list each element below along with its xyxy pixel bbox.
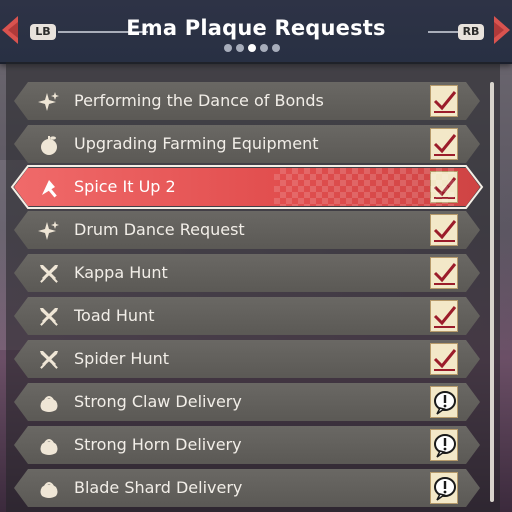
- cleaver-icon: [38, 177, 60, 199]
- page-dot: [272, 44, 280, 52]
- request-row[interactable]: Upgrading Farming Equipment: [14, 125, 480, 163]
- next-page-arrow-icon[interactable]: [492, 14, 512, 46]
- completed-checkmark-icon: [430, 171, 458, 203]
- crossed-swords-icon: [38, 306, 60, 328]
- sparkle-icon: [38, 91, 60, 113]
- crossed-swords-icon: [38, 349, 60, 371]
- completed-checkmark-icon: [430, 85, 458, 117]
- new-request-alert-icon: [430, 472, 458, 504]
- request-label: Toad Hunt: [74, 306, 155, 325]
- pouch-icon: [38, 435, 60, 457]
- request-row[interactable]: Blade Shard Delivery: [14, 469, 480, 507]
- request-row[interactable]: Toad Hunt: [14, 297, 480, 335]
- request-label: Upgrading Farming Equipment: [74, 134, 319, 153]
- request-row[interactable]: Performing the Dance of Bonds: [14, 82, 480, 120]
- request-label: Spice It Up 2: [74, 177, 176, 196]
- rb-button[interactable]: RB: [458, 24, 484, 40]
- sparkle-icon: [38, 220, 60, 242]
- page-title: Ema Plaque Requests: [126, 16, 386, 40]
- request-label: Strong Claw Delivery: [74, 392, 242, 411]
- request-row[interactable]: Drum Dance Request: [14, 211, 480, 249]
- request-label: Strong Horn Delivery: [74, 435, 242, 454]
- pouch-icon: [38, 392, 60, 414]
- completed-checkmark-icon: [430, 300, 458, 332]
- completed-checkmark-icon: [430, 343, 458, 375]
- request-row[interactable]: Strong Claw Delivery: [14, 383, 480, 421]
- request-label: Drum Dance Request: [74, 220, 245, 239]
- request-label: Kappa Hunt: [74, 263, 168, 282]
- scrollbar[interactable]: [490, 82, 494, 502]
- header-bar: LB Ema Plaque Requests RB: [0, 0, 512, 64]
- completed-checkmark-icon: [430, 214, 458, 246]
- request-label: Spider Hunt: [74, 349, 170, 368]
- page-dot: [248, 44, 256, 52]
- request-row[interactable]: Strong Horn Delivery: [14, 426, 480, 464]
- crossed-swords-icon: [38, 263, 60, 285]
- completed-checkmark-icon: [430, 257, 458, 289]
- header-divider-right: [428, 31, 458, 33]
- request-row-selected[interactable]: Spice It Up 2: [14, 168, 480, 206]
- new-request-alert-icon: [430, 386, 458, 418]
- page-dot: [260, 44, 268, 52]
- apple-icon: [38, 134, 60, 156]
- pouch-icon: [38, 478, 60, 500]
- page-dot: [224, 44, 232, 52]
- page-indicator: [224, 44, 280, 52]
- request-row[interactable]: Spider Hunt: [14, 340, 480, 378]
- new-request-alert-icon: [430, 429, 458, 461]
- request-row[interactable]: Kappa Hunt: [14, 254, 480, 292]
- page-dot: [236, 44, 244, 52]
- request-label: Performing the Dance of Bonds: [74, 91, 324, 110]
- completed-checkmark-icon: [430, 128, 458, 160]
- request-label: Blade Shard Delivery: [74, 478, 243, 497]
